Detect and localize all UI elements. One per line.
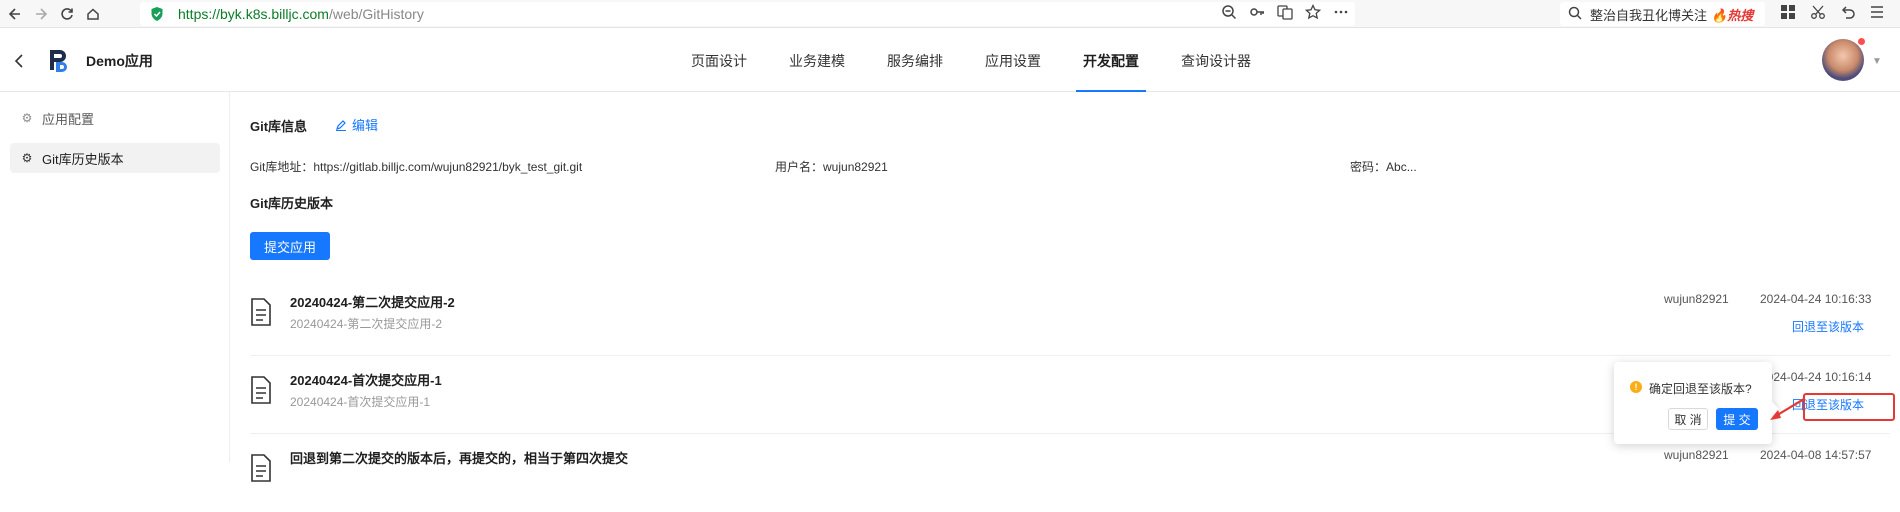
git-history-title: Git库历史版本	[250, 196, 334, 211]
history-row: 20240424-第二次提交应用-2 20240424-第二次提交应用-2 wu…	[250, 280, 1890, 356]
hot-label: 热搜	[1727, 7, 1754, 23]
address-label: Git库地址：	[250, 160, 314, 174]
annotation-highlight-box	[1803, 393, 1895, 421]
git-password: 密码：Abc...	[1350, 158, 1417, 175]
star-icon[interactable]	[1304, 3, 1322, 25]
row-subtitle: 20240424-首次提交应用-1	[290, 395, 431, 409]
sidebar-item-app-config[interactable]: ⚙ 应用配置	[10, 103, 220, 133]
gear-icon: ⚙	[21, 151, 33, 165]
zoom-icon[interactable]	[1221, 4, 1237, 25]
back-arrow-icon[interactable]	[4, 3, 26, 25]
submit-app-button[interactable]: 提交应用	[250, 232, 330, 260]
caret-down-icon[interactable]: ▼	[1872, 56, 1882, 67]
username-label: 用户名：	[775, 160, 824, 174]
sidebar-item-git-history[interactable]: ⚙ Git库历史版本	[10, 143, 220, 173]
menu-icon[interactable]	[1870, 4, 1884, 25]
url-text: https://byk.k8s.billjc.com/web/GitHistor…	[178, 6, 424, 22]
edit-link[interactable]: 编辑	[335, 115, 378, 134]
browser-search-box[interactable]: 整治自我丑化博关注 🔥热搜	[1560, 2, 1765, 26]
forward-arrow-icon[interactable]	[30, 3, 52, 25]
row-user: wujun82921	[1664, 292, 1729, 306]
row-title: 20240424-首次提交应用-1	[290, 373, 442, 388]
row-time: 2024-04-24 10:16:33	[1760, 292, 1872, 306]
app-name: Demo应用	[86, 53, 153, 69]
nav-business-modeling[interactable]: 业务建模	[768, 29, 866, 92]
url-path: /web/GitHistory	[328, 6, 424, 22]
url-host: https://byk.k8s.billjc.com	[178, 6, 329, 22]
top-nav: 页面设计 业务建模 服务编排 应用设置 开发配置 查询设计器	[670, 29, 1272, 92]
search-icon	[1568, 6, 1582, 23]
annotation-arrow	[1770, 398, 1805, 420]
cancel-button[interactable]: 取 消	[1668, 408, 1708, 430]
nav-page-design[interactable]: 页面设计	[670, 29, 768, 92]
row-title: 回退到第二次提交的版本后，再提交的，相当于第四次提交	[290, 451, 629, 466]
more-icon[interactable]	[1333, 4, 1349, 25]
password-value: Abc...	[1386, 160, 1417, 174]
scissors-icon[interactable]	[1810, 4, 1826, 25]
nav-service-orchestration[interactable]: 服务编排	[866, 29, 964, 92]
git-address: Git库地址：https://gitlab.billjc.com/wujun82…	[250, 158, 582, 175]
history-row: 回退到第二次提交的版本后，再提交的，相当于第四次提交 wujun82921 20…	[250, 436, 1890, 512]
sidebar-item-label: 应用配置	[42, 111, 95, 127]
row-title: 20240424-第二次提交应用-2	[290, 295, 455, 310]
row-user: wujun82921	[1664, 448, 1729, 462]
document-icon	[251, 298, 271, 326]
sidebar-item-label: Git库历史版本	[42, 151, 124, 167]
warning-icon: !	[1630, 381, 1642, 393]
home-icon[interactable]	[82, 3, 104, 25]
document-icon	[251, 376, 271, 404]
sidebar: ⚙ 应用配置 ⚙ Git库历史版本	[0, 92, 230, 462]
git-username: 用户名：wujun82921	[775, 158, 888, 175]
username-value: wujun82921	[823, 160, 888, 174]
key-icon[interactable]	[1249, 4, 1265, 25]
document-icon	[251, 454, 271, 482]
reload-icon[interactable]	[56, 3, 78, 25]
translate-icon[interactable]	[1277, 4, 1293, 25]
address-value: https://gitlab.billjc.com/wujun82921/byk…	[313, 160, 583, 174]
nav-query-designer[interactable]: 查询设计器	[1160, 29, 1272, 92]
row-subtitle: 20240424-第二次提交应用-2	[290, 317, 443, 331]
edit-label: 编辑	[352, 118, 379, 133]
app-logo	[44, 46, 72, 74]
avatar[interactable]	[1822, 39, 1864, 81]
address-bar[interactable]: https://byk.k8s.billjc.com/web/GitHistor…	[140, 2, 1355, 26]
row-time: 2024-04-08 14:57:57	[1760, 448, 1872, 462]
rollback-link[interactable]: 回退至该版本	[1792, 318, 1864, 335]
app-header: Demo应用 页面设计 业务建模 服务编排 应用设置 开发配置 查询设计器 ▼	[0, 29, 1900, 92]
pencil-icon	[336, 119, 346, 131]
row-time: 2024-04-24 10:16:14	[1760, 370, 1872, 384]
search-suggestion: 整治自我丑化博关注	[1590, 7, 1708, 23]
confirm-message: 确定回退至该版本?	[1649, 382, 1752, 396]
git-info-title: Git库信息	[250, 119, 308, 134]
hot-badge: 🔥热搜	[1711, 7, 1754, 23]
gear-icon: ⚙	[21, 111, 33, 125]
notification-dot	[1858, 38, 1865, 45]
confirm-submit-button[interactable]: 提 交	[1716, 408, 1758, 430]
rollback-confirm-popover: ! 确定回退至该版本? 取 消 提 交	[1614, 362, 1772, 444]
chevron-left-icon	[14, 54, 23, 68]
apps-grid-icon[interactable]	[1780, 4, 1796, 25]
password-label: 密码：	[1350, 160, 1387, 174]
shield-check-icon	[150, 6, 164, 27]
undo-icon[interactable]	[1840, 4, 1856, 25]
nav-dev-config[interactable]: 开发配置	[1062, 29, 1160, 92]
browser-toolbar: https://byk.k8s.billjc.com/web/GitHistor…	[0, 0, 1900, 28]
nav-app-settings[interactable]: 应用设置	[964, 29, 1062, 92]
